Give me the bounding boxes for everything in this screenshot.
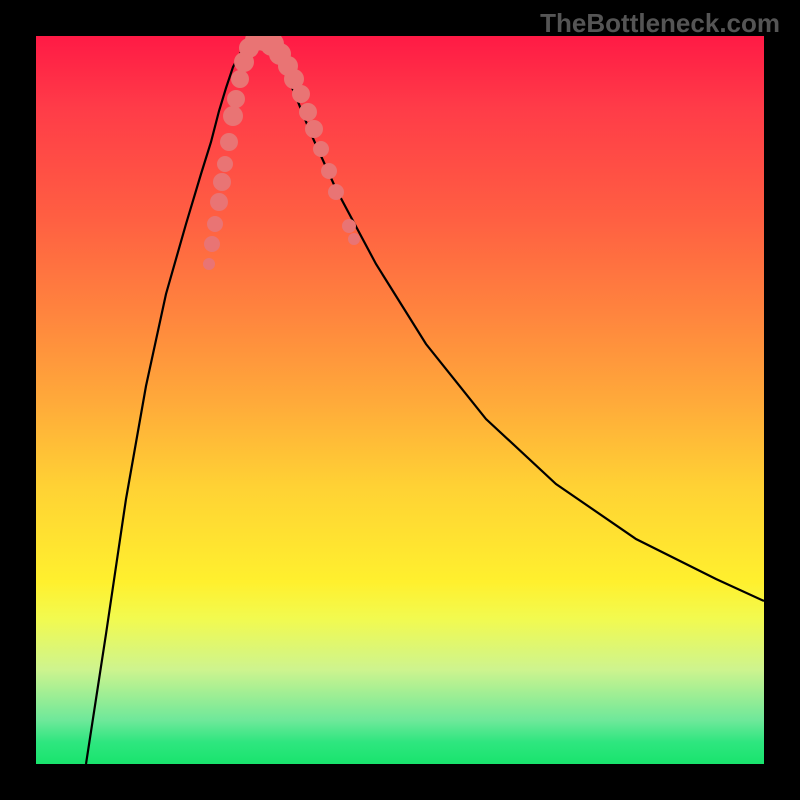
data-point [207,216,223,232]
chart-plot-area [36,36,764,764]
data-point [203,258,215,270]
v-curve-line [86,41,764,764]
data-point [213,173,231,191]
data-point [217,156,233,172]
data-point [204,236,220,252]
scatter-points-group [203,36,360,270]
data-point [299,103,317,121]
data-point [342,219,356,233]
data-point [210,193,228,211]
data-point [292,85,310,103]
data-point [321,163,337,179]
data-point [305,120,323,138]
data-point [231,70,249,88]
data-point [348,233,360,245]
data-point [227,90,245,108]
data-point [313,141,329,157]
data-point [220,133,238,151]
data-point [328,184,344,200]
watermark-text: TheBottleneck.com [540,8,780,39]
chart-svg [36,36,764,764]
data-point [223,106,243,126]
